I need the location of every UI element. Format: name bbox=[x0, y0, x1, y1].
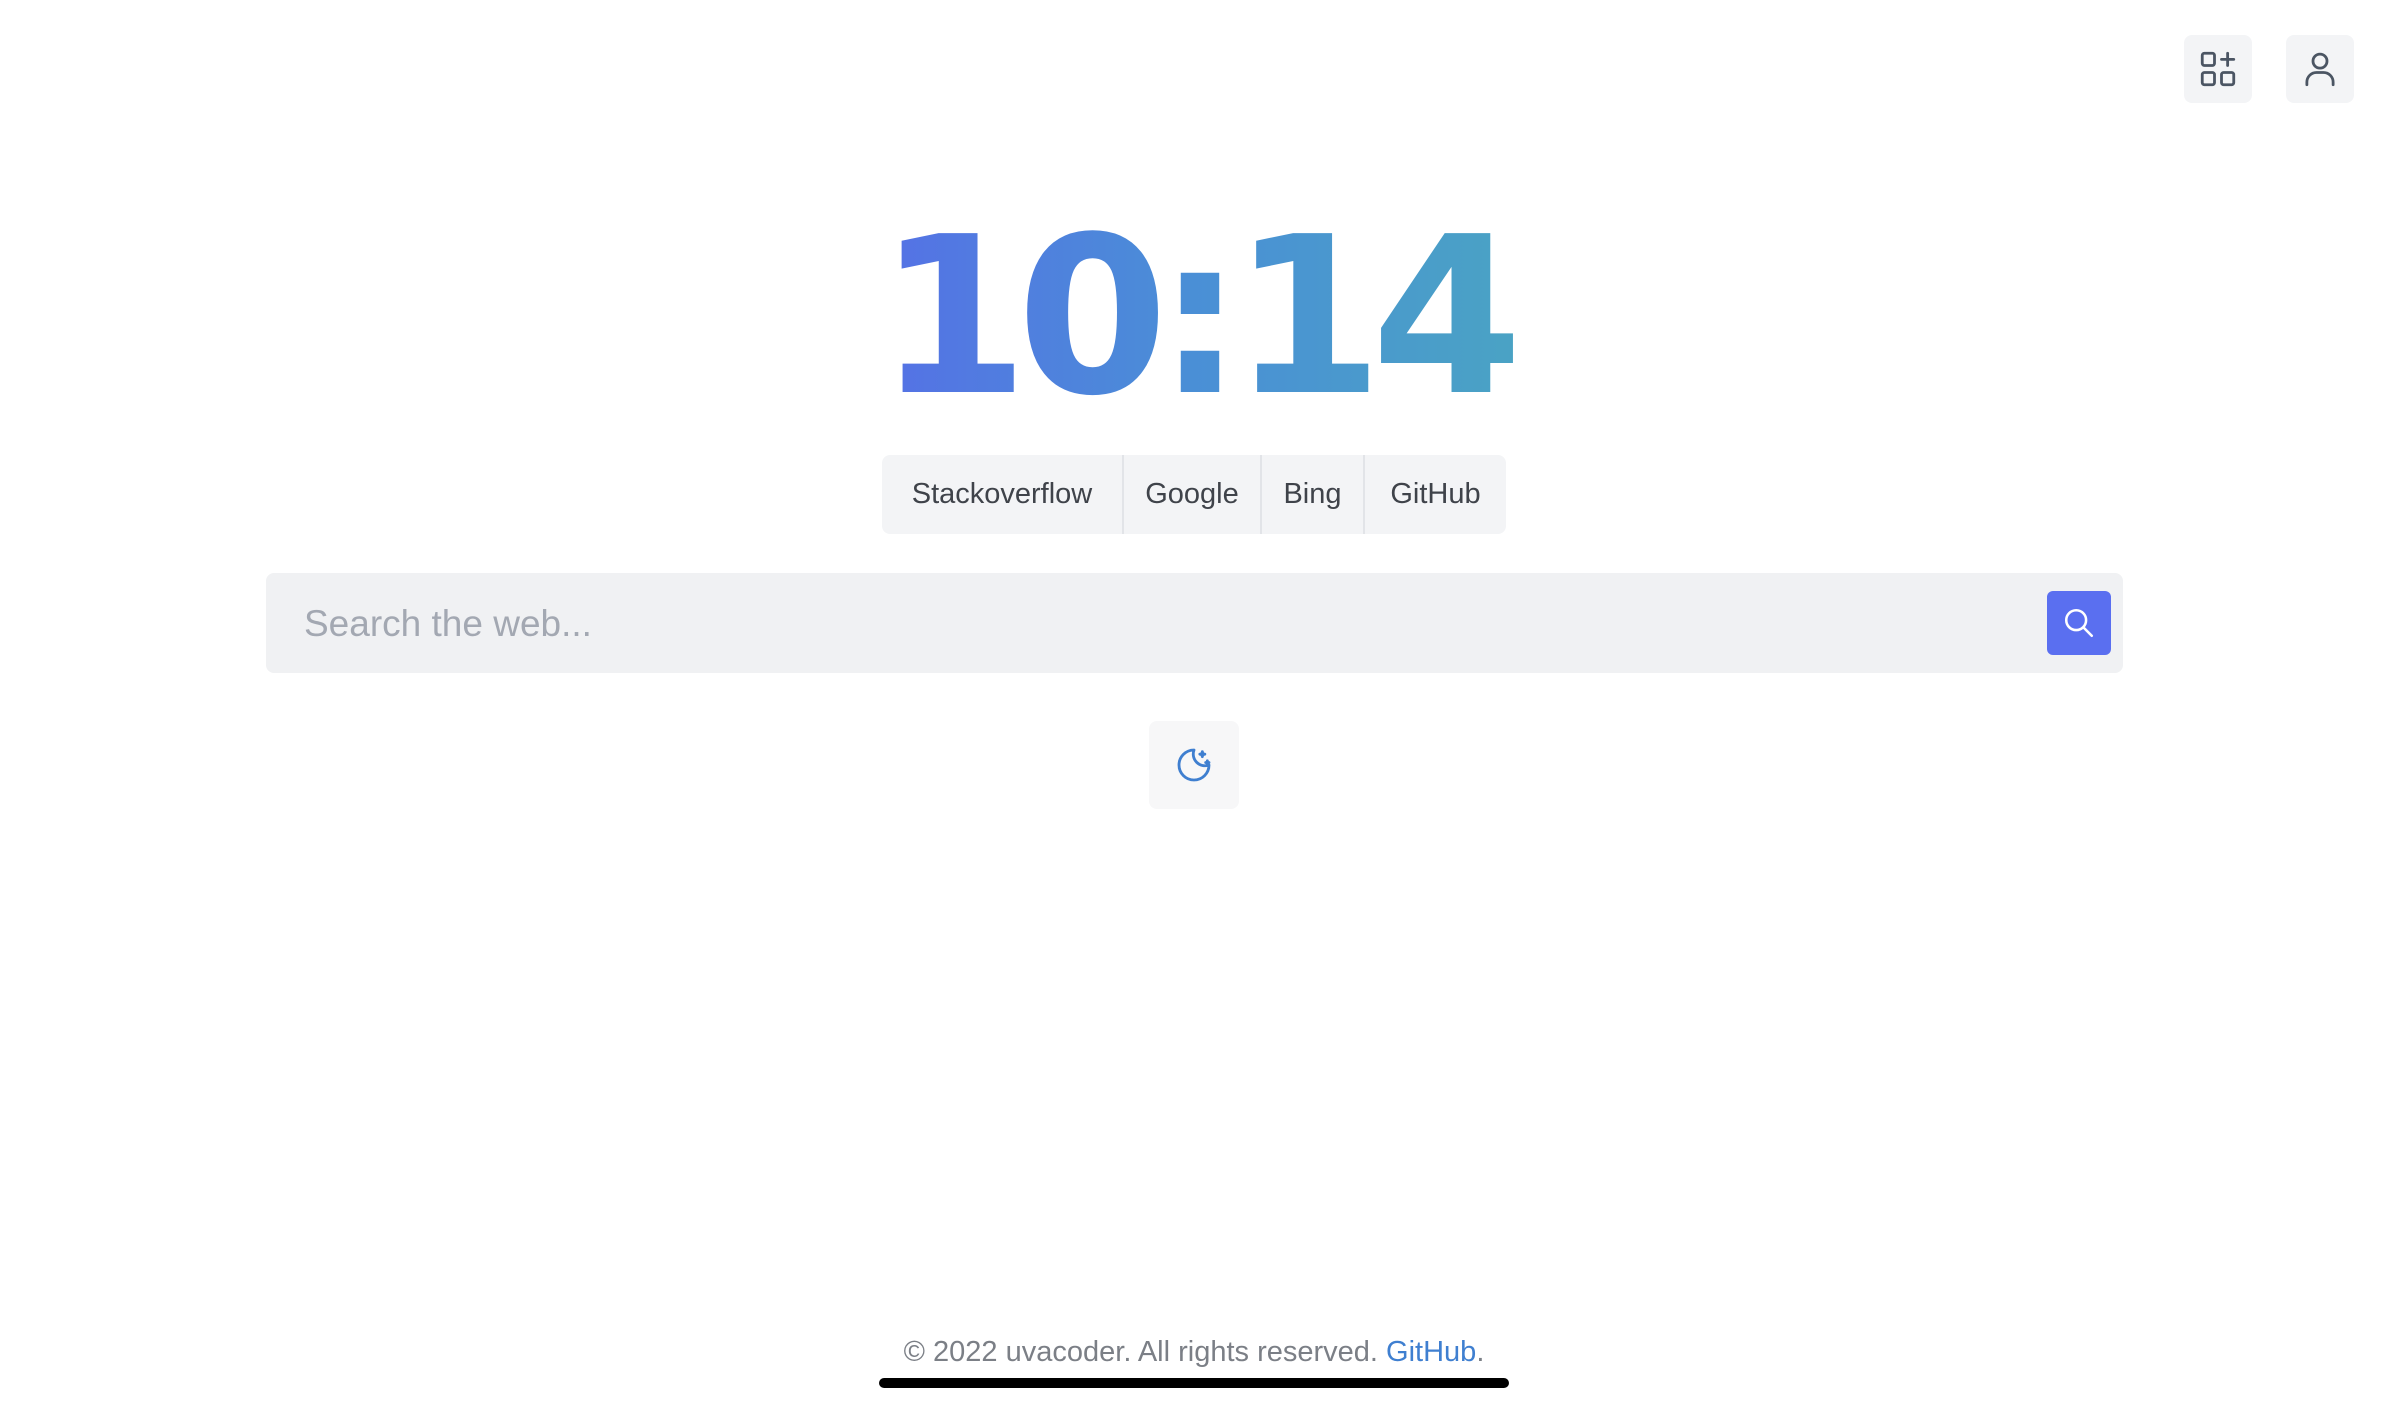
search-engine-selector: Stackoverflow Google Bing GitHub bbox=[882, 455, 1506, 534]
add-widget-icon bbox=[2200, 51, 2236, 87]
clock-time: 10:14 bbox=[867, 208, 1523, 428]
home-indicator bbox=[879, 1378, 1509, 1388]
clock: 10:14 bbox=[0, 208, 2388, 428]
footer-trailing: . bbox=[1476, 1336, 1485, 1368]
user-icon bbox=[2305, 52, 2335, 87]
engine-google[interactable]: Google bbox=[1124, 455, 1262, 534]
profile-button[interactable] bbox=[2286, 35, 2354, 103]
search-input[interactable] bbox=[302, 573, 2006, 675]
add-widget-button[interactable] bbox=[2184, 35, 2252, 103]
engine-bing[interactable]: Bing bbox=[1262, 455, 1365, 534]
footer-github-link[interactable]: GitHub bbox=[1386, 1336, 1476, 1368]
footer-copyright: © 2022 uvacoder. All rights reserved. bbox=[903, 1336, 1387, 1368]
footer: © 2022 uvacoder. All rights reserved. Gi… bbox=[0, 1332, 2388, 1372]
engine-github[interactable]: GitHub bbox=[1365, 455, 1506, 534]
search-icon bbox=[2064, 608, 2094, 638]
engine-stackoverflow[interactable]: Stackoverflow bbox=[882, 455, 1124, 534]
theme-toggle-button[interactable] bbox=[1149, 721, 1239, 809]
new-tab-page: 10:14 Stackoverflow Google Bing GitHub ©… bbox=[0, 0, 2388, 1403]
moon-stars-icon bbox=[1177, 748, 1211, 782]
search-bar bbox=[266, 573, 2123, 675]
search-button[interactable] bbox=[2047, 591, 2111, 655]
